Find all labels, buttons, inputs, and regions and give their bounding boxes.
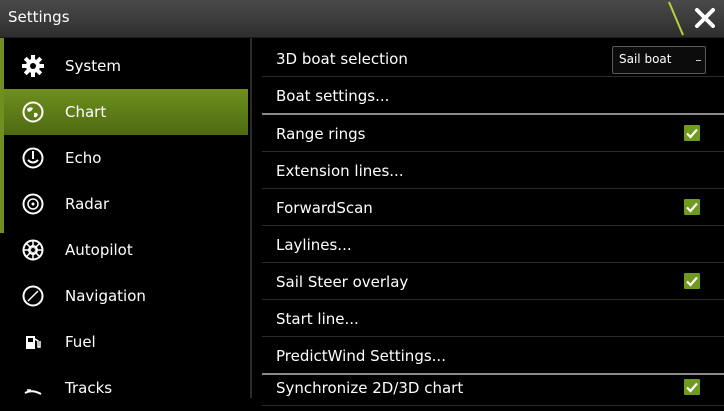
chart-settings-list: 3D boat selection Sail boat Boat setting… <box>262 40 724 406</box>
setting-label: Laylines... <box>276 236 352 254</box>
setting-row-forwardscan[interactable]: ForwardScan <box>262 189 724 226</box>
setting-row-3d-boat-selection[interactable]: 3D boat selection Sail boat <box>262 40 724 77</box>
setting-row-range-rings[interactable]: Range rings <box>262 115 724 152</box>
sidebar-item-fuel[interactable]: Fuel <box>0 319 248 365</box>
sidebar-item-label: Chart <box>65 103 107 121</box>
gear-icon <box>22 55 44 77</box>
fuel-pump-icon <box>22 331 44 353</box>
sidebar-item-radar[interactable]: Radar <box>0 181 248 227</box>
title-bar: Settings <box>0 0 724 38</box>
setting-label: Synchronize 2D/3D chart <box>276 379 464 397</box>
sidebar-item-tracks[interactable]: Tracks <box>0 365 248 411</box>
synchronize-chart-checkbox[interactable] <box>684 379 700 395</box>
boat-type-dropdown[interactable]: Sail boat <box>612 46 706 74</box>
checkmark-icon <box>686 202 698 213</box>
sidebar-scrollbar[interactable] <box>0 38 4 233</box>
setting-label: Extension lines... <box>276 162 404 180</box>
sidebar-item-chart[interactable]: Chart <box>0 89 248 135</box>
setting-label: Range rings <box>276 125 366 143</box>
setting-row-laylines[interactable]: Laylines... <box>262 226 724 263</box>
sidebar-item-navigation[interactable]: Navigation <box>0 273 248 319</box>
setting-row-sail-steer-overlay[interactable]: Sail Steer overlay <box>262 263 724 300</box>
setting-label: Boat settings... <box>276 87 390 105</box>
close-button[interactable] <box>667 0 724 37</box>
setting-label: PredictWind Settings... <box>276 347 446 365</box>
checkmark-icon <box>686 382 698 393</box>
chevron-down-icon <box>696 60 701 61</box>
page-title: Settings <box>8 8 70 26</box>
tracks-icon <box>22 377 44 399</box>
setting-row-synchronize-chart[interactable]: Synchronize 2D/3D chart <box>262 369 724 406</box>
checkmark-icon <box>686 276 698 287</box>
sidebar-item-label: Radar <box>65 195 110 213</box>
sidebar-item-system[interactable]: System <box>0 43 248 89</box>
settings-sidebar: System Chart Echo Radar Autopilot Naviga… <box>0 38 252 398</box>
setting-label: Start line... <box>276 310 359 328</box>
sidebar-item-label: System <box>65 57 121 75</box>
setting-label: 3D boat selection <box>276 50 408 68</box>
sidebar-item-label: Autopilot <box>65 241 133 259</box>
sidebar-item-autopilot[interactable]: Autopilot <box>0 227 248 273</box>
setting-row-extension-lines[interactable]: Extension lines... <box>262 152 724 189</box>
echo-icon <box>22 147 44 169</box>
setting-label: Sail Steer overlay <box>276 273 409 291</box>
sidebar-item-label: Fuel <box>65 333 96 351</box>
checkmark-icon <box>686 128 698 139</box>
globe-icon <box>22 101 44 123</box>
setting-label: ForwardScan <box>276 199 373 217</box>
range-rings-checkbox[interactable] <box>684 125 700 141</box>
autopilot-wheel-icon <box>22 239 44 261</box>
sail-steer-overlay-checkbox[interactable] <box>684 273 700 289</box>
sidebar-item-label: Tracks <box>65 379 113 397</box>
setting-row-boat-settings[interactable]: Boat settings... <box>262 77 724 115</box>
sidebar-item-label: Echo <box>65 149 102 167</box>
setting-row-start-line[interactable]: Start line... <box>262 300 724 337</box>
forwardscan-checkbox[interactable] <box>684 199 700 215</box>
sidebar-item-label: Navigation <box>65 287 146 305</box>
compass-icon <box>22 285 44 307</box>
sidebar-item-echo[interactable]: Echo <box>0 135 248 181</box>
radar-icon <box>22 193 44 215</box>
dropdown-value: Sail boat <box>619 52 672 66</box>
